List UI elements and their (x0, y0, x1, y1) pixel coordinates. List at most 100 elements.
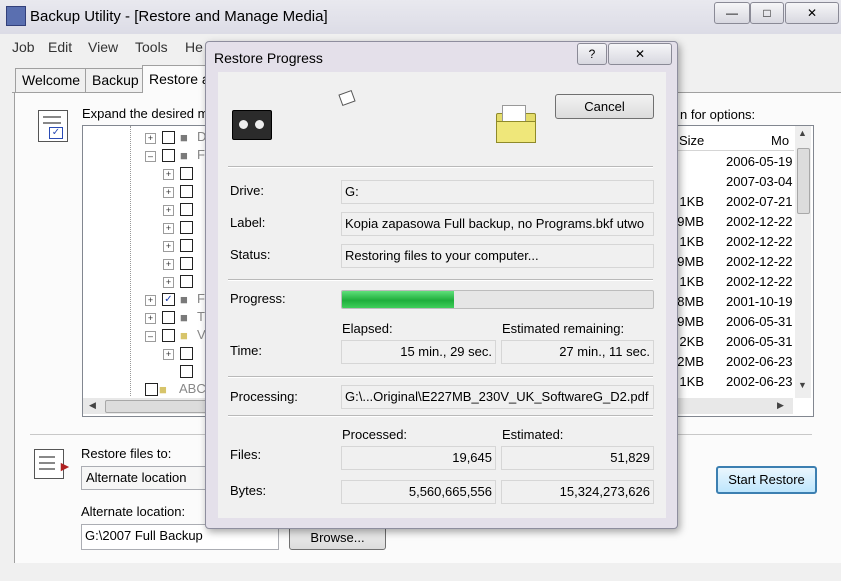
bytes-label: Bytes: (230, 483, 267, 498)
folder-icon (496, 105, 536, 143)
expand-icon[interactable]: + (145, 133, 156, 144)
tree-checkbox[interactable] (180, 221, 193, 234)
tree-checkbox[interactable] (162, 311, 175, 324)
minimize-button[interactable]: — (714, 2, 750, 24)
tree-checkbox[interactable] (180, 167, 193, 180)
file-size-cell: 1KB (679, 274, 704, 289)
tree-checkbox[interactable] (180, 347, 193, 360)
processing-value: G:\...Original\E227MB_230V_UK_SoftwareG_… (341, 385, 654, 409)
tree-checkbox[interactable] (180, 185, 193, 198)
tree-checkbox[interactable] (180, 239, 193, 252)
scroll-left-icon[interactable]: ◀ (89, 400, 96, 411)
file-size-cell: 1KB (679, 194, 704, 209)
restore-destination-icon: ► (34, 449, 72, 479)
separator (228, 415, 653, 417)
expand-icon[interactable]: + (163, 205, 174, 216)
label-label: Label: (230, 215, 266, 230)
help-button[interactable]: ? (577, 43, 607, 65)
menu-help[interactable]: He (185, 39, 203, 55)
files-label: Files: (230, 447, 262, 462)
alt-location-value: G:\2007 Full Backup (85, 528, 203, 543)
processing-label: Processing: (230, 389, 298, 404)
file-size-cell: 2MB (677, 354, 704, 369)
restore-to-value: Alternate location (86, 470, 187, 485)
time-label: Time: (230, 343, 263, 358)
drive-label: Drive: (230, 183, 264, 198)
files-processed-value: 19,645 (341, 446, 496, 470)
remaining-label: Estimated remaining: (502, 321, 625, 336)
tree-checkbox[interactable] (162, 149, 175, 162)
alt-location-label: Alternate location: (81, 504, 186, 519)
file-size-cell: 8MB (677, 294, 704, 309)
cancel-button[interactable]: Cancel (555, 94, 654, 119)
column-header-modified[interactable]: Mo (771, 133, 789, 148)
restore-to-select[interactable]: Alternate location (81, 466, 207, 490)
drive-icon: ■ (180, 310, 188, 325)
tree-checkbox[interactable] (180, 365, 193, 378)
expand-icon[interactable]: + (145, 313, 156, 324)
dialog-close-button[interactable]: ✕ (608, 43, 672, 65)
processed-label: Processed: (342, 427, 408, 442)
vertical-scrollbar[interactable]: ▲ ▼ (795, 126, 811, 398)
column-header-size[interactable]: Size (679, 133, 704, 148)
expand-icon[interactable]: + (145, 295, 156, 306)
menu-tools[interactable]: Tools (135, 39, 168, 55)
scroll-up-icon[interactable]: ▲ (798, 128, 807, 138)
estimated-label: Estimated: (502, 427, 564, 442)
tab-backup[interactable]: Backup (85, 68, 146, 92)
expand-icon[interactable]: + (163, 259, 174, 270)
file-size-cell: 2KB (679, 334, 704, 349)
folder-icon: ■ (180, 328, 188, 343)
tree-checkbox-checked[interactable]: ✓ (162, 293, 175, 306)
scroll-thumb[interactable] (797, 148, 810, 214)
expand-icon[interactable]: + (163, 349, 174, 360)
expand-icon[interactable]: + (163, 223, 174, 234)
menu-view[interactable]: View (88, 39, 118, 55)
tape-drive-icon (232, 110, 272, 140)
dialog-title: Restore Progress (214, 50, 323, 66)
elapsed-value: 15 min., 29 sec. (341, 340, 496, 364)
close-button[interactable]: ✕ (785, 2, 839, 24)
status-label: Status: (230, 247, 271, 262)
expand-icon[interactable]: + (163, 169, 174, 180)
file-size-cell: 9MB (677, 314, 704, 329)
menu-job[interactable]: Job (12, 39, 35, 55)
scroll-thumb[interactable] (105, 400, 207, 413)
tree-label: F (197, 291, 205, 306)
progress-label: Progress: (230, 291, 286, 306)
collapse-icon[interactable]: – (145, 331, 156, 342)
expand-icon[interactable]: + (163, 241, 174, 252)
file-modified-cell: 2007-03-04 (726, 174, 793, 189)
menu-edit[interactable]: Edit (48, 39, 72, 55)
tree-checkbox[interactable] (180, 257, 193, 270)
scroll-down-icon[interactable]: ▼ (798, 380, 807, 390)
file-modified-cell: 2002-07-21 (726, 194, 793, 209)
expand-icon[interactable]: + (163, 187, 174, 198)
separator (228, 376, 653, 378)
bytes-processed-value: 5,560,665,556 (341, 480, 496, 504)
folder-icon: ■ (159, 382, 167, 397)
file-modified-cell: 2002-12-22 (726, 214, 793, 229)
drive-icon: ■ (180, 292, 188, 307)
collapse-icon[interactable]: – (145, 151, 156, 162)
tab-welcome[interactable]: Welcome (15, 68, 88, 92)
bytes-estimated-value: 15,324,273,626 (501, 480, 654, 504)
scroll-right-icon[interactable]: ▶ (777, 400, 784, 411)
tree-checkbox[interactable] (180, 203, 193, 216)
tree-checkbox[interactable] (162, 329, 175, 342)
file-modified-cell: 2002-12-22 (726, 254, 793, 269)
separator (228, 279, 653, 281)
start-restore-button[interactable]: Start Restore (716, 466, 817, 494)
drive-value: G: (341, 180, 654, 204)
tree-checkbox[interactable] (180, 275, 193, 288)
tree-checkbox[interactable] (145, 383, 158, 396)
file-size-cell: 1KB (679, 234, 704, 249)
tree-checkbox[interactable] (162, 131, 175, 144)
browse-button[interactable]: Browse... (289, 526, 386, 550)
tree-label: T (197, 309, 205, 324)
drive-icon: ■ (180, 130, 188, 145)
maximize-button[interactable]: □ (750, 2, 784, 24)
separator (228, 166, 653, 168)
expand-icon[interactable]: + (163, 277, 174, 288)
files-estimated-value: 51,829 (501, 446, 654, 470)
